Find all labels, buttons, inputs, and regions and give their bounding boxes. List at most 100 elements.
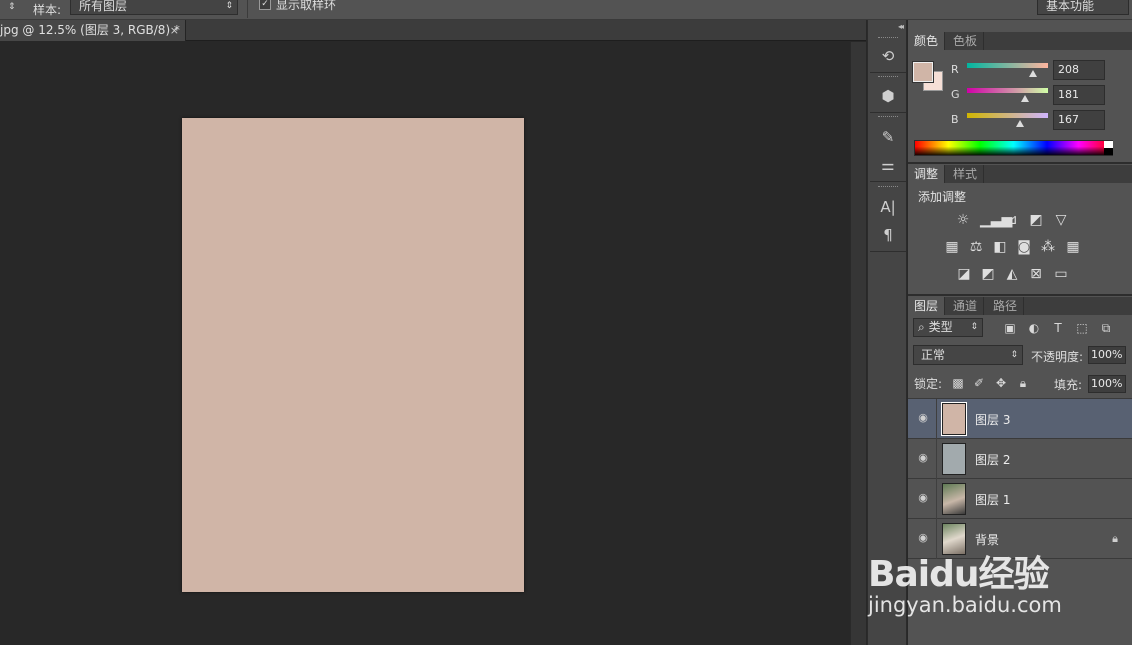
layer-row[interactable]: ◉ 图层 1	[908, 479, 1132, 519]
threshold-icon[interactable]: ◭	[1004, 266, 1020, 282]
blend-mode-select[interactable]: 正常 ⇕	[913, 345, 1023, 365]
black-white-swatch[interactable]	[1104, 141, 1113, 155]
color-balance-icon[interactable]: ⚖	[968, 239, 984, 255]
baidu-jingyan-watermark-logo: Baidu经验	[868, 554, 1049, 595]
lock-label: 锁定:	[914, 377, 943, 391]
document-canvas[interactable]	[182, 118, 524, 592]
lock-position-icon[interactable]: ✥	[994, 376, 1008, 390]
collapse-arrows-icon[interactable]: ◂◂	[898, 22, 904, 31]
paragraph-icon[interactable]: ¶	[874, 223, 902, 247]
tab-paths[interactable]: 路径	[987, 297, 1025, 315]
layer-thumbnail	[941, 402, 967, 436]
channel-b-label: B	[951, 113, 959, 126]
channel-r-thumb[interactable]	[1029, 70, 1038, 77]
layer-thumbnail	[942, 483, 966, 515]
pixel-filter-icon[interactable]: ▣	[1002, 320, 1018, 336]
divider	[908, 294, 1132, 296]
select-arrow-icon: ⇕	[970, 322, 978, 332]
channel-g-slider[interactable]	[967, 88, 1048, 93]
select-arrow-icon: ⇕	[1010, 350, 1018, 360]
channel-b-slider[interactable]	[967, 113, 1048, 118]
channel-r-value[interactable]: 208	[1053, 60, 1105, 80]
divider	[936, 439, 937, 479]
eye-icon[interactable]: ◉	[916, 411, 930, 425]
posterize-icon[interactable]: ◩	[980, 266, 996, 282]
tab-color[interactable]: 颜色	[908, 32, 946, 50]
tab-channels[interactable]: 通道	[947, 297, 985, 315]
options-bar: ⇕ 样本: 所有图层 ⇕ ✓ 显示取样环 基本功能	[0, 0, 1132, 20]
type-filter-icon[interactable]: T	[1050, 320, 1066, 336]
tab-layers[interactable]: 图层	[908, 297, 946, 315]
black-white-icon[interactable]: ◧	[992, 239, 1008, 255]
channel-b-value[interactable]: 167	[1053, 110, 1105, 130]
eye-icon[interactable]: ◉	[916, 491, 930, 505]
show-ring-checkbox[interactable]: ✓	[259, 0, 271, 10]
smart-object-filter-icon[interactable]: ⧉	[1098, 320, 1114, 336]
sample-select[interactable]: 所有图层 ⇕	[70, 0, 238, 15]
photo-filter-icon[interactable]: ◙	[1016, 239, 1032, 255]
grip-handle[interactable]	[878, 37, 898, 39]
channel-g-thumb[interactable]	[1020, 95, 1029, 102]
document-tab-bar: jpg @ 12.5% (图层 3, RGB/8) * ×	[0, 20, 866, 41]
brightness-icon[interactable]: ☼	[955, 212, 971, 228]
opacity-field[interactable]: 100%	[1088, 346, 1126, 364]
sample-label: 样本:	[33, 3, 62, 17]
layer-row[interactable]: ◉ 图层 2	[908, 439, 1132, 479]
shape-filter-icon[interactable]: ⬚	[1074, 320, 1090, 336]
levels-icon[interactable]: ▁▃▅	[980, 212, 1012, 228]
opacity-label: 不透明度:	[1031, 350, 1084, 364]
invert-icon[interactable]: ◪	[956, 266, 972, 282]
lock-all-icon[interactable]: 🔒︎	[1016, 376, 1030, 390]
grip-handle[interactable]	[878, 186, 898, 188]
select-arrow-icon: ⇕	[225, 1, 233, 11]
color-spectrum-bar[interactable]	[914, 140, 1113, 156]
layer-filter-select[interactable]: ⌕ 类型 ⇕	[913, 318, 983, 337]
tab-adjustments[interactable]: 调整	[908, 165, 946, 183]
vibrance-icon[interactable]: ▽	[1053, 212, 1069, 228]
layer-row[interactable]: ◉ 图层 3	[908, 399, 1132, 439]
fill-field[interactable]: 100%	[1088, 375, 1126, 393]
channel-mixer-icon[interactable]: ⁂	[1040, 239, 1056, 255]
character-icon[interactable]: A|	[874, 195, 902, 219]
hue-saturation-icon[interactable]: ▦	[944, 239, 960, 255]
divider	[870, 112, 906, 113]
show-ring-label: 显示取样环	[276, 0, 337, 12]
grip-handle[interactable]	[878, 76, 898, 78]
blend-mode-value: 正常	[921, 348, 946, 362]
document-tab[interactable]: jpg @ 12.5% (图层 3, RGB/8) * ×	[0, 20, 186, 41]
brush-settings-icon[interactable]: ⚌	[874, 153, 902, 177]
brush-icon[interactable]: ✎	[874, 125, 902, 149]
channel-g-value[interactable]: 181	[1053, 85, 1105, 105]
canvas-workspace[interactable]	[0, 42, 850, 645]
adjustments-panel-tabs: 调整 样式	[908, 165, 1132, 183]
color-lookup-icon[interactable]: ▦	[1065, 239, 1081, 255]
fill-label: 填充:	[1054, 378, 1083, 392]
tab-swatches[interactable]: 色板	[947, 32, 985, 50]
channel-b-thumb[interactable]	[1016, 120, 1025, 127]
layer-thumbnail	[942, 443, 966, 475]
channel-g-label: G	[951, 88, 960, 101]
foreground-color-swatch[interactable]	[912, 61, 934, 83]
tab-styles[interactable]: 样式	[947, 165, 985, 183]
document-tab-title: jpg @ 12.5% (图层 3, RGB/8) *	[0, 23, 180, 37]
lock-icon: 🔒︎	[1112, 532, 1118, 545]
vertical-scrollbar[interactable]	[850, 42, 866, 645]
channel-r-slider[interactable]	[967, 63, 1048, 68]
curves-icon[interactable]: ⊿	[1004, 212, 1020, 228]
close-icon[interactable]: ×	[170, 20, 179, 41]
eye-icon[interactable]: ◉	[916, 531, 930, 545]
workspace-select[interactable]: 基本功能	[1037, 0, 1129, 15]
divider	[247, 0, 248, 18]
sample-select-value: 所有图层	[79, 0, 128, 13]
eye-icon[interactable]: ◉	[916, 451, 930, 465]
lock-brush-icon[interactable]: ✐	[972, 376, 986, 390]
grip-handle[interactable]	[878, 116, 898, 118]
lock-transparent-icon[interactable]: ▩	[951, 376, 965, 390]
history-icon[interactable]: ⟲	[874, 44, 902, 68]
adjustment-filter-icon[interactable]: ◐	[1026, 320, 1042, 336]
selective-color-icon[interactable]: ⊠	[1028, 266, 1044, 282]
exposure-icon[interactable]: ◩	[1028, 212, 1044, 228]
tool-preset-arrow-icon[interactable]: ⇕	[8, 2, 16, 12]
gradient-map-icon[interactable]: ▭	[1053, 266, 1069, 282]
3d-icon[interactable]: ⬢	[874, 84, 902, 108]
